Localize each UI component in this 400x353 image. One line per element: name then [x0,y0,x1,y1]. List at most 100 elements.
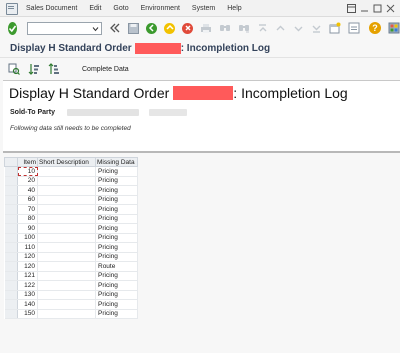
row-selector[interactable] [4,185,18,196]
missing-data-cell[interactable]: Pricing [95,233,138,243]
item-cell[interactable]: 122 [17,280,38,291]
last-page-icon[interactable] [311,22,322,34]
help-icon[interactable]: ? [369,22,381,34]
column-header-missing-data[interactable]: Missing Data [95,157,138,167]
missing-data-cell[interactable]: Pricing [95,280,138,291]
sap-menu-icon[interactable] [4,2,18,15]
table-row[interactable]: 70 Pricing [4,204,138,215]
menu-system[interactable]: System [192,5,215,12]
find-next-icon[interactable] [238,22,250,34]
item-cell[interactable]: 120 [17,252,38,262]
menu-sales-document[interactable]: Sales Document [26,5,77,12]
menu-help[interactable]: Help [227,5,241,12]
short-description-cell[interactable] [37,309,96,319]
row-selector[interactable] [4,242,18,253]
customize-layout-icon[interactable] [388,22,400,34]
table-row[interactable]: 20 Pricing [4,176,138,186]
double-chevron-left-icon[interactable] [109,22,121,34]
cancel-icon[interactable] [182,22,193,34]
missing-data-cell[interactable]: Pricing [95,299,138,310]
missing-data-cell[interactable]: Pricing [95,242,138,253]
table-row[interactable]: 150 Pricing [4,309,138,319]
menu-edit[interactable]: Edit [89,5,101,12]
sort-ascending-icon[interactable] [28,63,40,75]
table-row[interactable]: 121 Pricing [4,271,138,281]
missing-data-cell[interactable]: Pricing [95,252,138,262]
short-description-cell[interactable] [37,261,96,272]
short-description-cell[interactable] [37,185,96,196]
item-cell[interactable]: 70 [17,204,38,215]
chevron-down-icon[interactable] [92,26,99,32]
table-row[interactable]: 60 Pricing [4,195,138,205]
item-cell[interactable]: 10 [17,166,38,177]
row-selector[interactable] [4,252,18,262]
item-detail-icon[interactable] [8,63,20,75]
menu-environment[interactable]: Environment [141,5,180,12]
first-page-icon[interactable] [257,22,268,34]
complete-data-button[interactable]: Complete Data [82,66,129,73]
row-selector[interactable] [4,223,18,234]
print-icon[interactable] [200,22,212,34]
item-cell[interactable]: 100 [17,233,38,243]
short-description-cell[interactable] [37,176,96,186]
short-description-cell[interactable] [37,280,96,291]
table-row[interactable]: 100 Pricing [4,233,138,243]
item-cell[interactable]: 130 [17,290,38,300]
table-row[interactable]: 80 Pricing [4,214,138,224]
row-selector[interactable] [4,271,18,281]
table-row[interactable]: 120 Route [4,261,138,272]
item-cell[interactable]: 90 [17,223,38,234]
short-description-cell[interactable] [37,299,96,310]
missing-data-cell[interactable]: Route [95,261,138,272]
short-description-cell[interactable] [37,242,96,253]
short-description-cell[interactable] [37,204,96,215]
select-all-cell[interactable] [4,157,18,167]
item-cell[interactable]: 121 [17,271,38,281]
table-row[interactable]: 120 Pricing [4,252,138,262]
item-cell[interactable]: 80 [17,214,38,224]
missing-data-cell[interactable]: Pricing [95,166,138,177]
column-header-item[interactable]: Item [17,157,38,167]
short-description-cell[interactable] [37,252,96,262]
save-icon[interactable] [128,22,139,34]
row-selector[interactable] [4,214,18,224]
find-icon[interactable] [219,22,231,34]
short-description-cell[interactable] [37,290,96,300]
minimize-icon[interactable] [359,3,370,13]
missing-data-cell[interactable]: Pricing [95,309,138,319]
shortcut-icon[interactable] [348,22,360,34]
row-selector[interactable] [4,176,18,186]
short-description-cell[interactable] [37,195,96,205]
enter-button[interactable] [8,21,18,35]
missing-data-cell[interactable]: Pricing [95,290,138,300]
table-row[interactable]: 122 Pricing [4,280,138,291]
row-selector[interactable] [4,290,18,300]
new-session-icon[interactable] [329,22,341,34]
missing-data-cell[interactable]: Pricing [95,185,138,196]
table-row[interactable]: 10 Pricing [4,166,138,177]
missing-data-cell[interactable]: Pricing [95,195,138,205]
missing-data-cell[interactable]: Pricing [95,214,138,224]
item-cell[interactable]: 140 [17,299,38,310]
close-icon[interactable] [385,3,396,13]
short-description-cell[interactable] [37,214,96,224]
row-selector[interactable] [4,195,18,205]
next-page-icon[interactable] [293,22,304,34]
table-row[interactable]: 40 Pricing [4,185,138,196]
maximize-icon[interactable] [372,3,383,13]
row-selector[interactable] [4,204,18,215]
exit-icon[interactable] [164,22,175,34]
item-cell[interactable]: 110 [17,242,38,253]
item-cell[interactable]: 20 [17,176,38,186]
menu-goto[interactable]: Goto [113,5,128,12]
table-row[interactable]: 90 Pricing [4,223,138,234]
table-row[interactable]: 110 Pricing [4,242,138,253]
missing-data-cell[interactable]: Pricing [95,223,138,234]
item-cell[interactable]: 40 [17,185,38,196]
column-header-short-description[interactable]: Short Description [37,157,96,167]
row-selector[interactable] [4,261,18,272]
short-description-cell[interactable] [37,166,96,177]
missing-data-cell[interactable]: Pricing [95,204,138,215]
table-row[interactable]: 140 Pricing [4,299,138,310]
short-description-cell[interactable] [37,223,96,234]
